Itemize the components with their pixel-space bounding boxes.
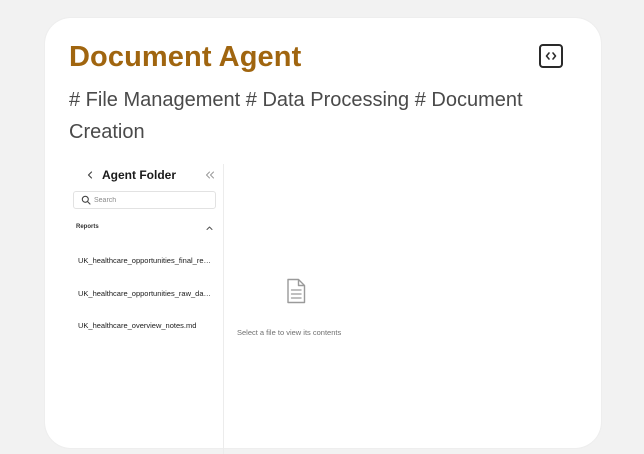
agent-card: Document Agent # File Management # Data …	[45, 18, 601, 454]
file-item[interactable]: UK_healthcare_opportunities_final_report…	[78, 254, 213, 268]
section-label: Reports	[76, 224, 99, 230]
double-chevron-left-icon[interactable]	[205, 170, 215, 180]
folder-panel-header: Agent Folder	[73, 164, 223, 186]
file-item[interactable]: UK_healthcare_opportunities_raw_data.md	[78, 287, 213, 301]
file-item[interactable]: UK_healthcare_overview_notes.md	[78, 319, 213, 333]
code-brackets-icon	[545, 52, 557, 60]
document-icon	[287, 278, 306, 304]
section-header-reports[interactable]: Reports	[73, 223, 216, 235]
view-code-button[interactable]	[539, 44, 563, 68]
agent-tags: # File Management # Data Processing # Do…	[69, 89, 523, 143]
chevron-up-icon	[206, 226, 213, 230]
search-icon	[81, 195, 91, 205]
search-box	[73, 191, 216, 209]
search-input[interactable]	[94, 193, 209, 207]
file-viewer: Select a file to view its contents	[225, 164, 601, 454]
agent-title: Document Agent	[69, 41, 302, 73]
chevron-left-icon[interactable]	[86, 170, 94, 180]
folder-panel: Agent Folder Reports UK_healthcare_oppor…	[73, 164, 224, 454]
folder-title: Agent Folder	[102, 168, 176, 182]
empty-state-message: Select a file to view its contents	[237, 328, 342, 337]
